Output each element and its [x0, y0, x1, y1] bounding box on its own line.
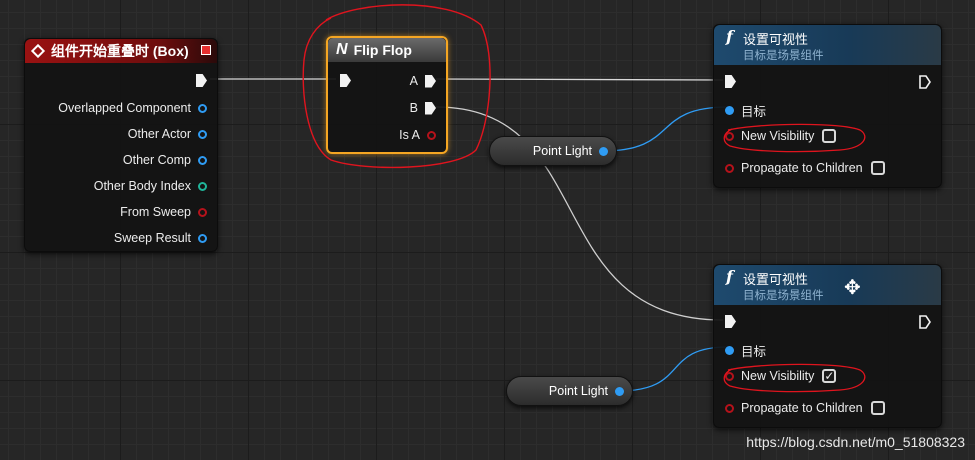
propagate-checkbox[interactable] — [870, 401, 885, 415]
setvis1-propagate-pin[interactable]: Propagate to Children — [725, 161, 885, 175]
object-wire-var1-to-target1 — [601, 106, 729, 152]
pin-label: Overlapped Component — [58, 101, 191, 115]
pin-other-actor[interactable]: Other Actor — [128, 127, 207, 141]
pin-label: Sweep Result — [113, 231, 191, 245]
setvis1-new-visibility-pin[interactable]: New Visibility — [725, 129, 837, 143]
pin-label: New Visibility — [741, 129, 815, 143]
integer-pin-icon[interactable] — [198, 181, 207, 191]
delegate-pin-icon[interactable] — [201, 45, 211, 55]
flipflop-exec-in-pin[interactable] — [340, 74, 351, 87]
pin-other-comp[interactable]: Other Comp — [123, 153, 207, 167]
set-visibility-header-1[interactable]: f 设置可视性 目标是场景组件 — [714, 25, 941, 65]
bool-pin-icon[interactable] — [725, 403, 734, 413]
pin-overlapped-component[interactable]: Overlapped Component — [58, 101, 207, 115]
pin-label: Other Comp — [122, 153, 191, 167]
flipflop-node-header[interactable]: N Flip Flop — [328, 38, 446, 62]
pin-from-sweep[interactable]: From Sweep — [120, 205, 207, 219]
bool-pin-icon[interactable] — [725, 131, 734, 141]
set-visibility-subtitle-2: 目标是场景组件 — [743, 290, 824, 302]
variable-label: Point Light — [532, 144, 592, 158]
watermark: https://blog.csdn.net/m0_51808323 — [746, 434, 965, 450]
pin-label: Other Actor — [127, 127, 191, 141]
pin-sweep-result[interactable]: Sweep Result — [114, 231, 207, 245]
setvis2-exec-in-pin[interactable] — [725, 315, 736, 328]
pin-label: B — [409, 101, 418, 115]
object-pin-icon[interactable] — [725, 106, 734, 115]
event-diamond-icon — [30, 43, 46, 59]
flipflop-pin-a[interactable]: A — [410, 74, 436, 88]
setvis1-target-pin[interactable]: 目标 — [725, 101, 766, 120]
flipflop-title: Flip Flop — [353, 42, 412, 58]
event-node-header[interactable]: 组件开始重叠时 (Box) — [25, 39, 217, 63]
exec-wire-a-to-setvis1 — [435, 78, 724, 81]
new-visibility-checkbox[interactable] — [822, 129, 837, 143]
exec-pin-icon — [725, 75, 736, 88]
pin-label: 目标 — [741, 345, 767, 359]
set-visibility-title-1: 设置可视性 — [743, 32, 809, 47]
object-pin-icon[interactable] — [198, 155, 207, 165]
exec-pin-icon — [425, 74, 436, 88]
exec-out-icon — [919, 315, 931, 329]
bool-pin-icon[interactable] — [427, 130, 436, 140]
set-visibility-node-2[interactable]: f 设置可视性 目标是场景组件 ✥ 目标 New Visibility ✓ Pr… — [713, 264, 942, 428]
exec-pin-icon — [725, 315, 736, 328]
struct-pin-icon[interactable] — [198, 233, 207, 243]
object-pin-icon[interactable] — [615, 386, 624, 396]
function-icon: f — [726, 27, 733, 46]
setvis2-exec-out-pin[interactable] — [919, 315, 931, 334]
pin-label: A — [409, 74, 418, 88]
exec-pin-icon — [340, 74, 351, 87]
point-light-variable-2[interactable]: Point Light — [506, 376, 633, 406]
pin-label: Propagate to Children — [741, 401, 863, 415]
new-visibility-checkbox[interactable]: ✓ — [822, 369, 837, 383]
pin-label: Propagate to Children — [741, 161, 863, 175]
setvis2-target-pin[interactable]: 目标 — [725, 341, 766, 360]
object-pin-icon[interactable] — [599, 146, 608, 156]
point-light-variable-1[interactable]: Point Light — [489, 136, 617, 166]
set-visibility-node-1[interactable]: f 设置可视性 目标是场景组件 目标 New Visibility Propag… — [713, 24, 942, 188]
bool-pin-icon[interactable] — [198, 207, 207, 217]
event-exec-out-pin[interactable] — [196, 74, 207, 87]
variable-label: Point Light — [548, 384, 608, 398]
move-cursor-icon: ✥ — [844, 277, 861, 299]
pin-label: Other Body Index — [93, 179, 191, 193]
macro-icon: N — [336, 41, 348, 58]
pin-label: Is A — [399, 128, 420, 142]
event-node[interactable]: 组件开始重叠时 (Box) Overlapped Component Other… — [24, 38, 218, 252]
setvis2-new-visibility-pin[interactable]: New Visibility ✓ — [725, 369, 837, 383]
set-visibility-subtitle-1: 目标是场景组件 — [743, 50, 824, 62]
pin-label: New Visibility — [741, 369, 815, 383]
object-pin-icon[interactable] — [725, 346, 734, 355]
set-visibility-title-2: 设置可视性 — [743, 272, 809, 287]
function-icon: f — [726, 267, 733, 286]
setvis2-propagate-pin[interactable]: Propagate to Children — [725, 401, 885, 415]
pin-label: From Sweep — [120, 205, 191, 219]
flipflop-pin-b[interactable]: B — [410, 101, 436, 115]
pin-label: 目标 — [741, 105, 767, 119]
object-wire-var2-to-target2 — [617, 346, 729, 392]
bool-pin-icon[interactable] — [725, 163, 734, 173]
setvis1-exec-in-pin[interactable] — [725, 75, 736, 88]
bool-pin-icon[interactable] — [725, 371, 734, 381]
propagate-checkbox[interactable] — [870, 161, 885, 175]
exec-pin-icon — [196, 74, 207, 87]
exec-out-icon — [919, 75, 931, 89]
object-pin-icon[interactable] — [198, 129, 207, 139]
flipflop-pin-is-a[interactable]: Is A — [399, 128, 436, 142]
flipflop-node[interactable]: N Flip Flop A B Is A — [326, 36, 448, 154]
setvis1-exec-out-pin[interactable] — [919, 75, 931, 94]
set-visibility-header-2[interactable]: f 设置可视性 目标是场景组件 ✥ — [714, 265, 941, 305]
pin-other-body-index[interactable]: Other Body Index — [94, 179, 207, 193]
object-pin-icon[interactable] — [198, 103, 207, 113]
event-node-title: 组件开始重叠时 (Box) — [51, 43, 189, 59]
exec-pin-icon — [425, 101, 436, 115]
